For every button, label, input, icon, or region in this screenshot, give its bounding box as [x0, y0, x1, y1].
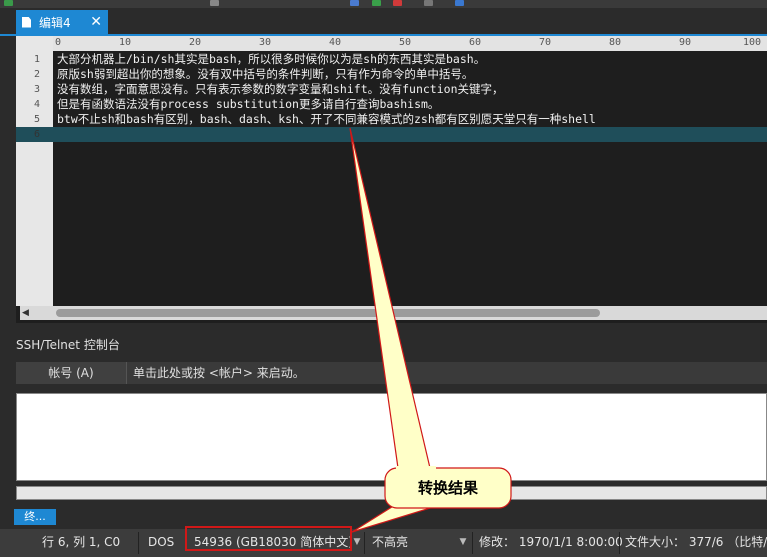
line-number: 6	[33, 129, 40, 140]
toolbar-icon[interactable]	[393, 0, 402, 6]
highlight-select[interactable]: 不高亮	[372, 529, 408, 557]
line-number: 5	[33, 114, 40, 125]
line-text: 但是有函数语法没有process substitution更多请自行查询bash…	[57, 97, 440, 111]
cursor-position: 行 6, 列 1, C0	[42, 535, 121, 549]
horizontal-scrollbar[interactable]: ◀	[20, 306, 767, 320]
account-row[interactable]: 帐号 (A) 单击此处或按 <帐户> 来启动。	[16, 362, 767, 384]
ruler-tick: 60	[469, 37, 482, 48]
toolbar-icon[interactable]	[4, 0, 13, 6]
scroll-left-icon[interactable]: ◀	[22, 308, 32, 318]
account-button[interactable]: 帐号 (A)	[16, 362, 127, 384]
ssh-console-title: SSH/Telnet 控制台	[16, 338, 120, 352]
help-icon[interactable]	[455, 0, 464, 6]
chevron-down-icon[interactable]: ▼	[350, 529, 364, 557]
toolbar-icon[interactable]	[350, 0, 359, 6]
editor-lines: 1 大部分机器上/bin/sh其实是bash，所以很多时候你以为是sh的东西其实是…	[16, 52, 767, 142]
tab-bar: 编辑4 ✕	[0, 8, 767, 36]
ruler-tick: 100	[743, 37, 762, 48]
terminal-button[interactable]: 终...	[14, 509, 56, 525]
ruler-tick: 40	[329, 37, 342, 48]
line-text: 没有数组，字面意思没有。只有表示参数的数字变量和shift。没有function…	[57, 82, 504, 96]
tab-label: 编辑4	[39, 15, 71, 30]
tab-editor-4[interactable]: 编辑4 ✕	[16, 10, 108, 34]
toolbar	[0, 0, 767, 8]
editor-line[interactable]: 2 原版sh弱到超出你的想象。没有双中括号的条件判断，只有作为命令的单中括号。	[16, 67, 767, 82]
ruler-tick: 20	[189, 37, 202, 48]
line-ending[interactable]: DOS	[148, 529, 174, 557]
line-number: 3	[33, 84, 40, 95]
ruler-tick: 0	[55, 37, 62, 48]
ruler-tick: 70	[539, 37, 552, 48]
document-icon	[22, 16, 31, 28]
toolbar-icon[interactable]	[210, 0, 219, 6]
line-text: 原版sh弱到超出你的想象。没有双中括号的条件判断，只有作为命令的单中括号。	[57, 67, 474, 81]
toolbar-icon[interactable]	[372, 0, 381, 6]
file-size: 文件大小： 377/6 （比特/	[625, 535, 767, 549]
status-bar: 行 6, 列 1, C0 DOS 54936 (GB18030 简体中文) ▼ …	[0, 529, 767, 557]
modified-time: 修改： 1970/1/1 8:00:00	[479, 535, 623, 549]
editor-line[interactable]: 5 btw不止sh和bash有区别，bash、dash、ksh、开了不同兼容模式的…	[16, 112, 767, 127]
account-hint[interactable]: 单击此处或按 <帐户> 来启动。	[133, 362, 305, 384]
close-icon[interactable]: ✕	[90, 15, 102, 29]
ruler-tick: 80	[609, 37, 622, 48]
line-number: 1	[33, 54, 40, 65]
chevron-down-icon[interactable]: ▼	[456, 529, 470, 557]
editor[interactable]: 0 10 20 30 40 50 60 70 80 90 100 1 大部分机器上…	[16, 36, 767, 323]
editor-line[interactable]: 1 大部分机器上/bin/sh其实是bash，所以很多时候你以为是sh的东西其实是…	[16, 52, 767, 67]
editor-line-active[interactable]: 6	[16, 127, 767, 142]
column-ruler: 0 10 20 30 40 50 60 70 80 90 100	[53, 36, 767, 51]
ruler-tick: 50	[399, 37, 412, 48]
callout-label: 转换结果	[417, 479, 478, 497]
encoding-highlight-box	[185, 526, 352, 551]
line-text: 大部分机器上/bin/sh其实是bash，所以很多时候你以为是sh的东西其实是b…	[57, 52, 486, 66]
line-text: btw不止sh和bash有区别，bash、dash、ksh、开了不同兼容模式的z…	[57, 112, 596, 126]
line-number: 4	[33, 99, 40, 110]
editor-line[interactable]: 4 但是有函数语法没有process substitution更多请自行查询bas…	[16, 97, 767, 112]
ruler-tick: 30	[259, 37, 272, 48]
ruler-tick: 10	[119, 37, 132, 48]
scrollbar-thumb[interactable]	[56, 309, 600, 317]
settings-icon[interactable]	[424, 0, 433, 6]
ruler-tick: 90	[679, 37, 692, 48]
editor-line[interactable]: 3 没有数组，字面意思没有。只有表示参数的数字变量和shift。没有functio…	[16, 82, 767, 97]
line-number: 2	[33, 69, 40, 80]
